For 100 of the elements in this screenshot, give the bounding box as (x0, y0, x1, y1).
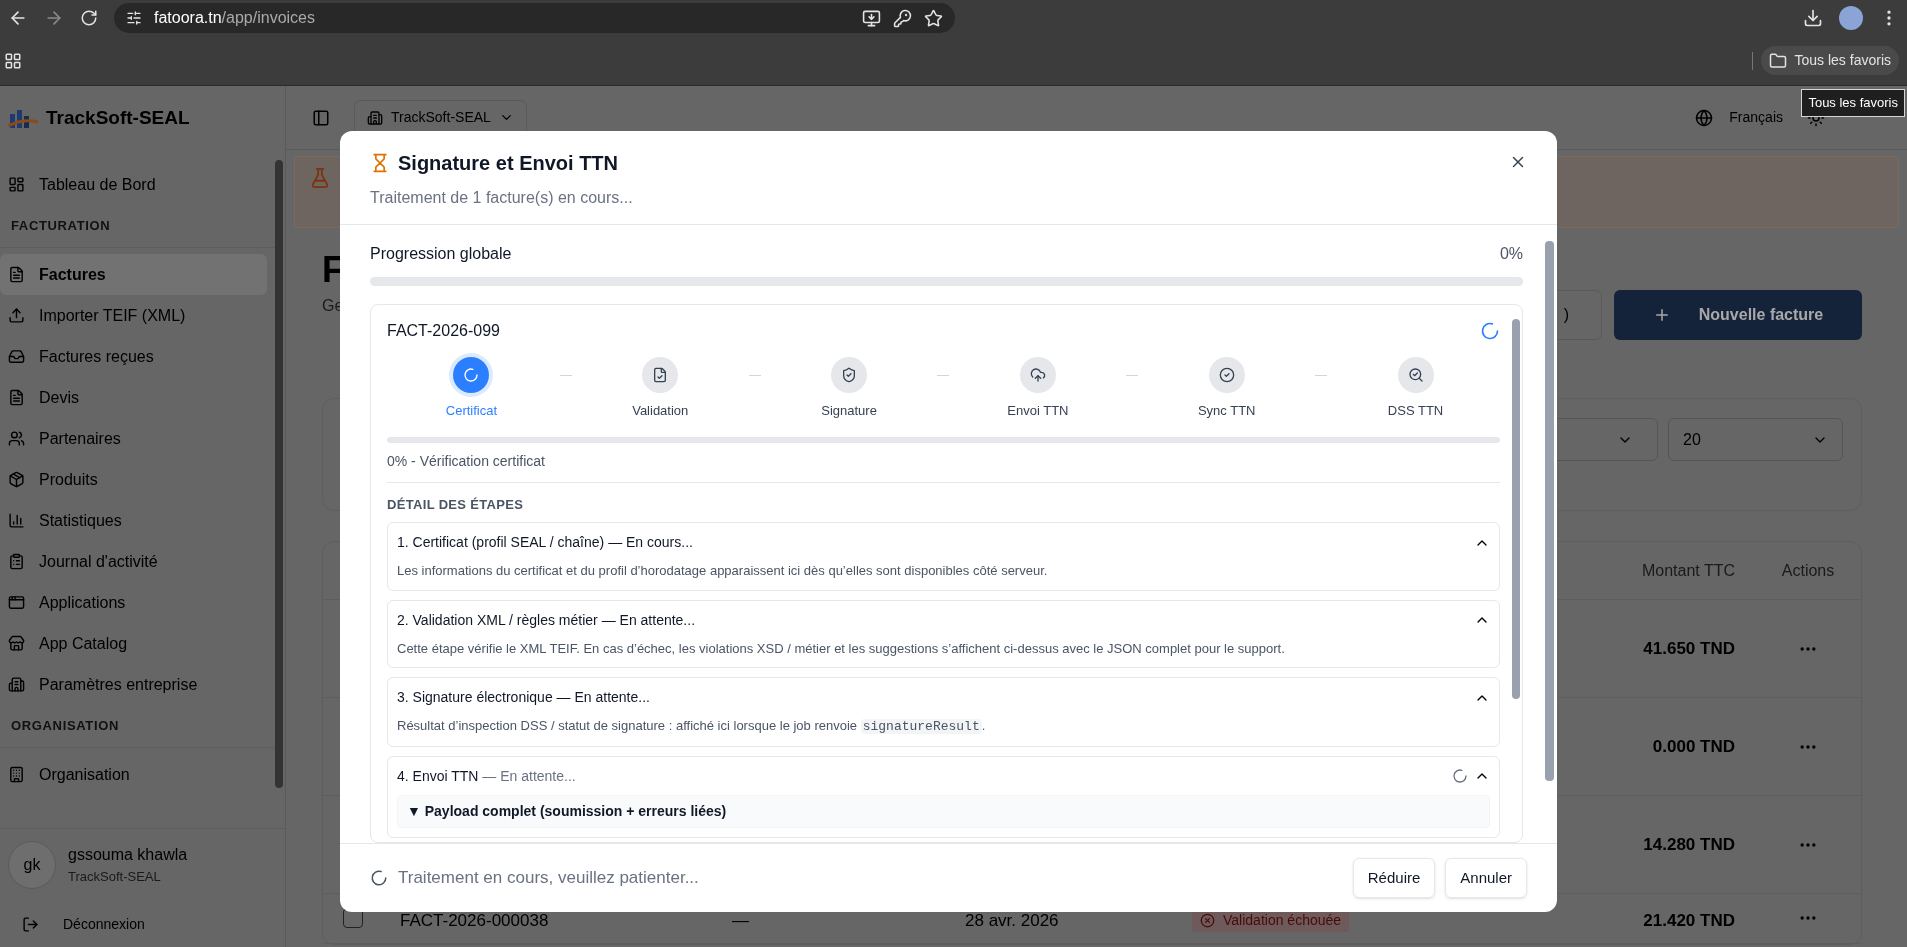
install-icon[interactable] (861, 8, 881, 28)
nav-item[interactable]: App Catalog (0, 623, 267, 664)
invoice-number: FACT-2026-099 (387, 321, 500, 341)
column-header: Montant TTC (1640, 560, 1735, 581)
brand-name: TrackSoft-SEAL (46, 105, 190, 130)
invoice-number: FACT-2026-000038 (400, 910, 550, 932)
dialog-subtitle: Traitement de 1 facture(s) en cours... (370, 188, 634, 208)
nav-item[interactable]: Organisation (0, 754, 267, 795)
step-detail-text: Les informations du certificat et du profil d’horodatage apparaissent ici dès qu’elles sont disponibles côté serveur. (397, 562, 1049, 580)
step-detail-text: Résultat d’inspection DSS / statut de signature : affiché ici lorsque le job renvoie signatureResult. (397, 717, 987, 736)
address-bar[interactable]: fatoora.tn/app/invoices (114, 3, 955, 33)
payload-summary[interactable]: ▼ Payload complet (soumission + erreurs liées) (397, 794, 1490, 828)
table-cell-text: — (732, 910, 750, 932)
inbox-icon (8, 348, 25, 365)
spinner-icon (1452, 768, 1468, 784)
apps-icon[interactable] (4, 51, 22, 70)
progress-label: Progression globale (370, 244, 512, 264)
step-detail-title: 2. Validation XML / règles métier — En attente... (397, 610, 697, 630)
step-label: Signature (821, 402, 877, 420)
user-org: TrackSoft-SEAL (68, 868, 162, 887)
sidebar-scrollbar[interactable] (275, 160, 283, 788)
dashboard-icon (8, 176, 25, 193)
hourglass-icon (370, 153, 390, 173)
step-detail-title: 3. Signature électronique — En attente... (397, 688, 651, 707)
nav-item[interactable]: Partenaires (0, 418, 267, 459)
box-icon (8, 471, 25, 488)
amount-cell-text: 41.650 TND (1642, 637, 1735, 660)
amount-cell-text: 0.000 TND (1651, 735, 1735, 758)
page-size-select[interactable]: 20 (1668, 418, 1843, 461)
nav-item[interactable]: Importer TEIF (XML) (0, 295, 267, 336)
step-detail-title: 4. Envoi TTN — En attente... (397, 766, 577, 786)
nav-item[interactable]: Tableau de Bord (0, 164, 267, 205)
dialog-button[interactable]: Annuler (1445, 858, 1527, 898)
logout-icon (22, 915, 39, 933)
folder-icon (1768, 51, 1787, 70)
nav-item[interactable]: Factures (0, 254, 267, 295)
invoice-status-text: 0% - Vérification certificat (387, 450, 1500, 483)
sidebar-toggle-icon[interactable] (312, 108, 330, 127)
bookmarks-folder-button[interactable]: Tous les favoris (1760, 46, 1899, 75)
column-header: Actions (1780, 560, 1836, 581)
logout-link[interactable]: Déconnexion (0, 901, 285, 947)
dialog-scrollbar[interactable] (1544, 241, 1554, 781)
building-icon (8, 676, 25, 693)
site-settings-icon[interactable] (126, 10, 142, 26)
profile-avatar[interactable] (1839, 6, 1863, 30)
new-invoice-button[interactable]: Nouvelle facture (1614, 290, 1862, 340)
reload-icon[interactable] (80, 9, 98, 27)
nav-item[interactable]: Journal d'activité (0, 541, 267, 582)
step-detail-title: 1. Certificat (profil SEAL / chaîne) — En cours... (397, 533, 694, 552)
key-icon[interactable] (892, 8, 912, 28)
processing-text: Traitement en cours, veuillez patienter... (398, 867, 700, 890)
cloud-upload-icon (1029, 367, 1046, 383)
error-icon (1200, 912, 1215, 928)
building-icon (8, 766, 25, 783)
search-check-icon (1407, 367, 1424, 383)
details-heading: DÉTAIL DES ÉTAPES (387, 495, 525, 514)
upload-icon (8, 307, 25, 324)
bookmark-star-icon[interactable] (923, 8, 943, 28)
shield-check-icon (841, 367, 858, 383)
building-icon (367, 109, 383, 126)
step-label: Validation (632, 402, 689, 420)
section-heading: ORGANISATION (11, 718, 119, 733)
tooltip: Tous les favoris (1801, 89, 1905, 117)
nav-item[interactable]: Devis (0, 377, 267, 418)
users-icon (8, 430, 25, 447)
download-icon[interactable] (1803, 8, 1823, 28)
section-heading: FACTURATION (11, 218, 111, 233)
amount-cell-text: 21.420 TND (1642, 910, 1735, 932)
dialog-button[interactable]: Réduire (1352, 858, 1436, 898)
language-selector[interactable]: Français (1695, 107, 1783, 128)
globe-icon (1695, 108, 1714, 127)
nav-item[interactable]: Factures reçues (0, 336, 267, 377)
spinner-icon (1480, 321, 1500, 341)
spinner-icon (370, 869, 388, 887)
flask-icon (309, 167, 331, 189)
url-text: fatoora.tn/app/invoices (154, 8, 315, 28)
file-check-icon (652, 367, 669, 383)
window-icon (8, 594, 25, 611)
document-icon (8, 266, 25, 283)
step-label: Sync TTN (1197, 402, 1256, 420)
store-icon (8, 635, 25, 652)
bar-chart-icon (8, 512, 25, 529)
step-label: DSS TTN (1387, 402, 1444, 420)
step-detail-text: Cette étape vérifie le XML TEIF. En cas d’échec, les violations XSD / métier et les suggestions s’affichent ci-dessus avec le JSON complet pour le support. (397, 639, 1286, 658)
nav-item[interactable]: Produits (0, 459, 267, 500)
card-scrollbar[interactable] (1512, 319, 1520, 699)
step-label: Envoi TTN (1007, 402, 1069, 420)
nav-item[interactable]: Paramètres entreprise (0, 664, 267, 705)
nav-item[interactable]: Statistiques (0, 500, 267, 541)
spinner-icon (463, 367, 480, 383)
nav-item[interactable]: Applications (0, 582, 267, 623)
amount-cell-text: 14.280 TND (1642, 833, 1735, 856)
check-circle-icon (1218, 367, 1235, 383)
user-avatar: gk (8, 841, 56, 889)
table-cell-text: 28 avr. 2026 (965, 910, 1060, 932)
user-name: gssouma khawla (68, 845, 188, 866)
progress-value: 0% (1499, 244, 1523, 264)
clipboard-icon (8, 553, 25, 570)
dialog-title: Signature et Envoi TTN (398, 151, 619, 176)
document-icon (8, 389, 25, 406)
